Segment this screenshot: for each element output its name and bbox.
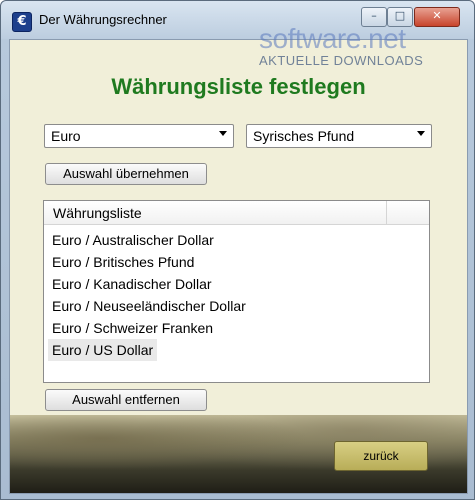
to-currency-value: Syrisches Pfund [253, 128, 355, 144]
maximize-button[interactable]: □ [387, 7, 413, 27]
back-button[interactable]: zurück [334, 441, 428, 471]
currency-list[interactable]: Währungsliste Euro / Australischer Dolla… [43, 200, 430, 383]
list-item[interactable]: Euro / Australischer Dollar [48, 229, 218, 251]
list-item-selected[interactable]: Euro / US Dollar [48, 339, 158, 361]
close-button[interactable]: ✕ [414, 7, 460, 27]
column-header-waehrungsliste[interactable]: Währungsliste [44, 201, 387, 224]
column-header-label: Währungsliste [53, 205, 142, 221]
list-item[interactable]: Euro / Schweizer Franken [48, 317, 217, 339]
title-bar[interactable]: € Der Währungsrechner – □ ✕ [1, 1, 474, 39]
from-currency-value: Euro [51, 128, 81, 144]
list-item[interactable]: Euro / Britisches Pfund [48, 251, 198, 273]
apply-selection-button[interactable]: Auswahl übernehmen [45, 163, 207, 185]
window-title: Der Währungsrechner [39, 12, 167, 27]
list-item[interactable]: Euro / Kanadischer Dollar [48, 273, 216, 295]
list-item[interactable]: Euro / Neuseeländischer Dollar [48, 295, 250, 317]
euro-app-icon: € [12, 12, 32, 32]
list-header: Währungsliste [44, 201, 429, 225]
chevron-down-icon [417, 131, 425, 136]
app-window: € Der Währungsrechner – □ ✕ Währungslist… [0, 0, 475, 500]
client-area: Währungsliste festlegen Euro Syrisches P… [9, 39, 468, 494]
minimize-button[interactable]: – [361, 7, 387, 27]
chevron-down-icon [219, 131, 227, 136]
to-currency-select[interactable]: Syrisches Pfund [246, 124, 432, 148]
page-title: Währungsliste festlegen [111, 74, 366, 99]
remove-selection-button[interactable]: Auswahl entfernen [45, 389, 207, 411]
from-currency-select[interactable]: Euro [44, 124, 234, 148]
